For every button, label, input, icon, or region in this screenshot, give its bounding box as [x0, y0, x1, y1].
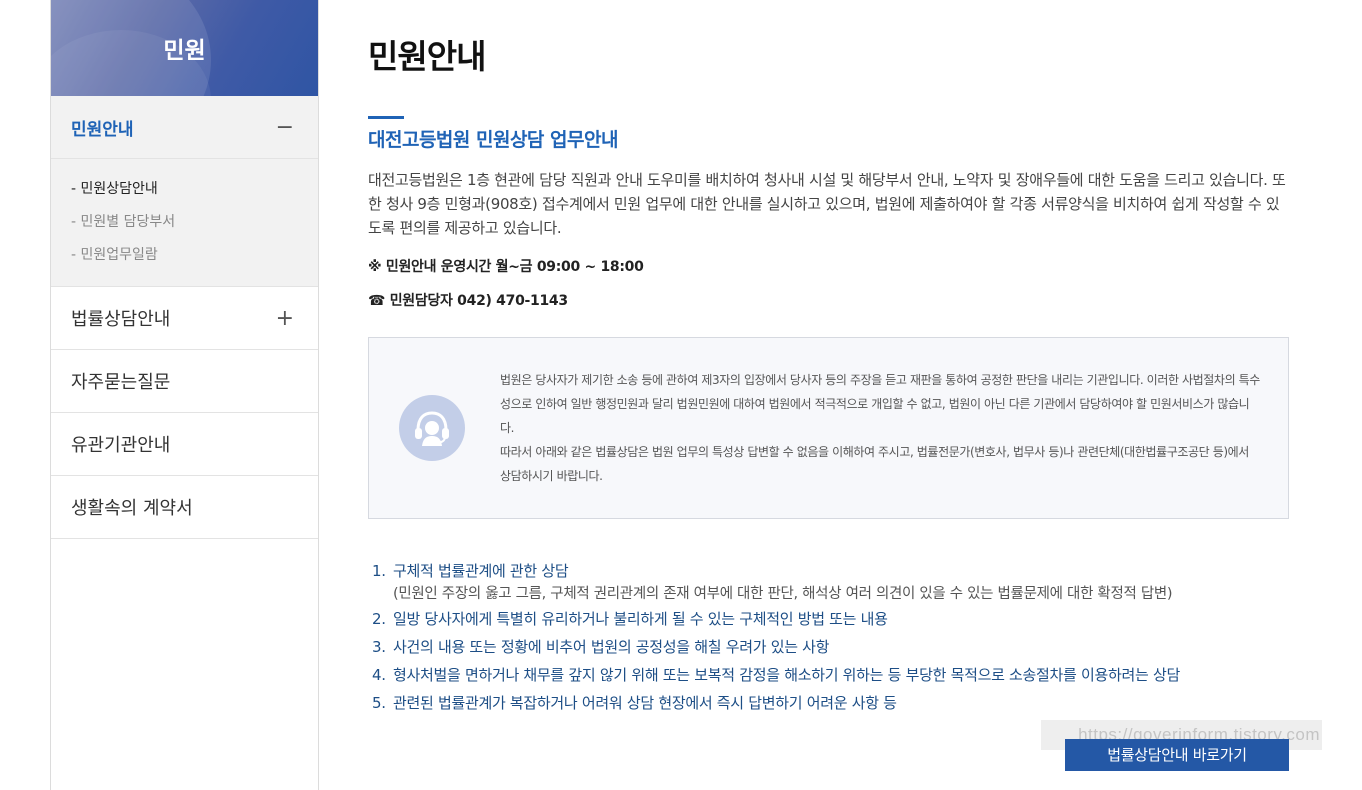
submenu: - 민원상담안내 - 민원별 담당부서 - 민원업무일람 [51, 159, 318, 287]
submenu-item-departments[interactable]: - 민원별 담당부서 [71, 206, 298, 239]
list-item: 1. 구체적 법률관계에 관한 상담 (민원인 주장의 옳고 그름, 구체적 권… [372, 557, 1287, 605]
sidebar: 민원 민원안내 − - 민원상담안내 - 민원별 담당부서 - 민원업무일람 법… [50, 0, 319, 790]
plus-icon[interactable]: + [276, 306, 294, 331]
list-item-text: 관련된 법률관계가 복잡하거나 어려워 상담 현장에서 즉시 답변하기 어려운 … [393, 694, 897, 712]
list-item: 2. 일방 당사자에게 특별히 유리하거나 불리하게 될 수 있는 구체적인 방… [372, 605, 1287, 633]
list-number: 2. [372, 610, 386, 628]
sidebar-item-label: 민원안내 [71, 119, 134, 140]
notice-text: 법원은 당사자가 제기한 소송 등에 관하여 제3자의 입장에서 당사자 등의 … [500, 368, 1262, 488]
sidebar-item-related-agencies[interactable]: 유관기관안내 [51, 413, 318, 476]
list-item-text: 구체적 법률관계에 관한 상담 [393, 562, 569, 580]
section-title: 대전고등법원 민원상담 업무안내 [368, 129, 618, 151]
consultation-restrictions-list: 1. 구체적 법률관계에 관한 상담 (민원인 주장의 옳고 그름, 구체적 권… [372, 557, 1287, 717]
page-title: 민원안내 [368, 37, 486, 76]
section-accent-bar [368, 116, 404, 119]
sidebar-item-legal-consult[interactable]: 법률상담안내 + [51, 287, 318, 350]
list-item-subtext: (민원인 주장의 옳고 그름, 구체적 권리관계의 존재 여부에 대한 판단, … [393, 586, 1173, 602]
notice-paragraph: 법원은 당사자가 제기한 소송 등에 관하여 제3자의 입장에서 당사자 등의 … [500, 373, 1260, 435]
sidebar-item-civil-guide[interactable]: 민원안내 − [51, 96, 318, 159]
list-item-text: 사건의 내용 또는 정황에 비추어 법원의 공정성을 해칠 우려가 있는 사항 [393, 638, 830, 656]
list-item-text: 일방 당사자에게 특별히 유리하거나 불리하게 될 수 있는 구체적인 방법 또… [393, 610, 888, 628]
sidebar-item-label: 유관기관안내 [71, 435, 171, 456]
sidebar-item-label: 법률상담안내 [71, 309, 171, 330]
notice-paragraph: 따라서 아래와 같은 법률상담은 법원 업무의 특성상 답변할 수 없음을 이해… [500, 445, 1249, 483]
list-number: 1. [372, 562, 386, 580]
notice-box: 법원은 당사자가 제기한 소송 등에 관하여 제3자의 입장에서 당사자 등의 … [368, 337, 1289, 519]
list-item-text: 형사처벌을 면하거나 채무를 갚지 않기 위해 또는 보복적 감정을 해소하기 … [393, 666, 1180, 684]
sidebar-item-contracts[interactable]: 생활속의 계약서 [51, 476, 318, 539]
legal-consult-link-button[interactable]: 법률상담안내 바로가기 [1065, 739, 1289, 771]
submenu-item-consultation[interactable]: - 민원상담안내 [71, 173, 298, 206]
list-item: 3. 사건의 내용 또는 정황에 비추어 법원의 공정성을 해칠 우려가 있는 … [372, 633, 1287, 661]
submenu-item-overview[interactable]: - 민원업무일람 [71, 239, 298, 272]
headset-icon [399, 395, 465, 461]
operating-hours: ※ 민원안내 운영시간 월~금 09:00 ~ 18:00 [368, 259, 644, 275]
contact-info: ☎ 민원담당자 042) 470-1143 [368, 293, 568, 309]
list-number: 3. [372, 638, 386, 656]
sidebar-title: 민원 [163, 38, 206, 64]
sidebar-header: 민원 [51, 0, 318, 96]
sidebar-item-label: 자주묻는질문 [71, 372, 171, 393]
list-number: 4. [372, 666, 386, 684]
sidebar-item-faq[interactable]: 자주묻는질문 [51, 350, 318, 413]
list-number: 5. [372, 694, 386, 712]
list-item: 5. 관련된 법률관계가 복잡하거나 어려워 상담 현장에서 즉시 답변하기 어… [372, 689, 1287, 717]
minus-icon[interactable]: − [276, 115, 294, 140]
list-item: 4. 형사처벌을 면하거나 채무를 갚지 않기 위해 또는 보복적 감정을 해소… [372, 661, 1287, 689]
intro-text: 대전고등법원은 1층 현관에 담당 직원과 안내 도우미를 배치하여 청사내 시… [368, 171, 1286, 237]
sidebar-item-label: 생활속의 계약서 [71, 498, 193, 519]
